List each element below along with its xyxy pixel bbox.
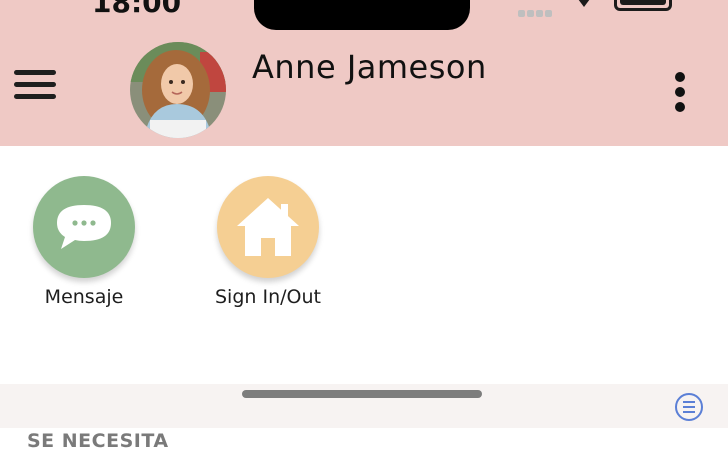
hamburger-menu-icon[interactable]	[14, 70, 56, 102]
message-action-label: Mensaje	[44, 286, 124, 308]
message-action-circle[interactable]	[33, 176, 135, 278]
app-header: 18:00 Anne Jameson	[0, 0, 728, 146]
sign-in-out-action-button[interactable]: Sign In/Out	[198, 176, 338, 308]
avatar[interactable]	[130, 42, 226, 138]
home-icon	[237, 198, 299, 256]
battery-icon	[614, 0, 672, 11]
section-title: SE NECESITA	[27, 430, 169, 452]
sign-in-out-action-circle[interactable]	[217, 176, 319, 278]
child-photo	[130, 42, 226, 138]
home-indicator[interactable]	[242, 390, 482, 398]
status-bar-time: 18:00	[92, 0, 182, 19]
wifi-icon	[578, 0, 590, 7]
chat-bubble-icon	[57, 205, 111, 249]
sign-in-out-action-label: Sign In/Out	[215, 286, 321, 308]
user-name[interactable]: Anne Jameson	[252, 48, 487, 86]
device-notch	[254, 0, 470, 30]
message-action-button[interactable]: Mensaje	[28, 176, 140, 308]
more-vertical-icon[interactable]	[670, 72, 690, 116]
list-circle-icon[interactable]	[674, 392, 704, 422]
cellular-signal-icon	[518, 2, 554, 21]
